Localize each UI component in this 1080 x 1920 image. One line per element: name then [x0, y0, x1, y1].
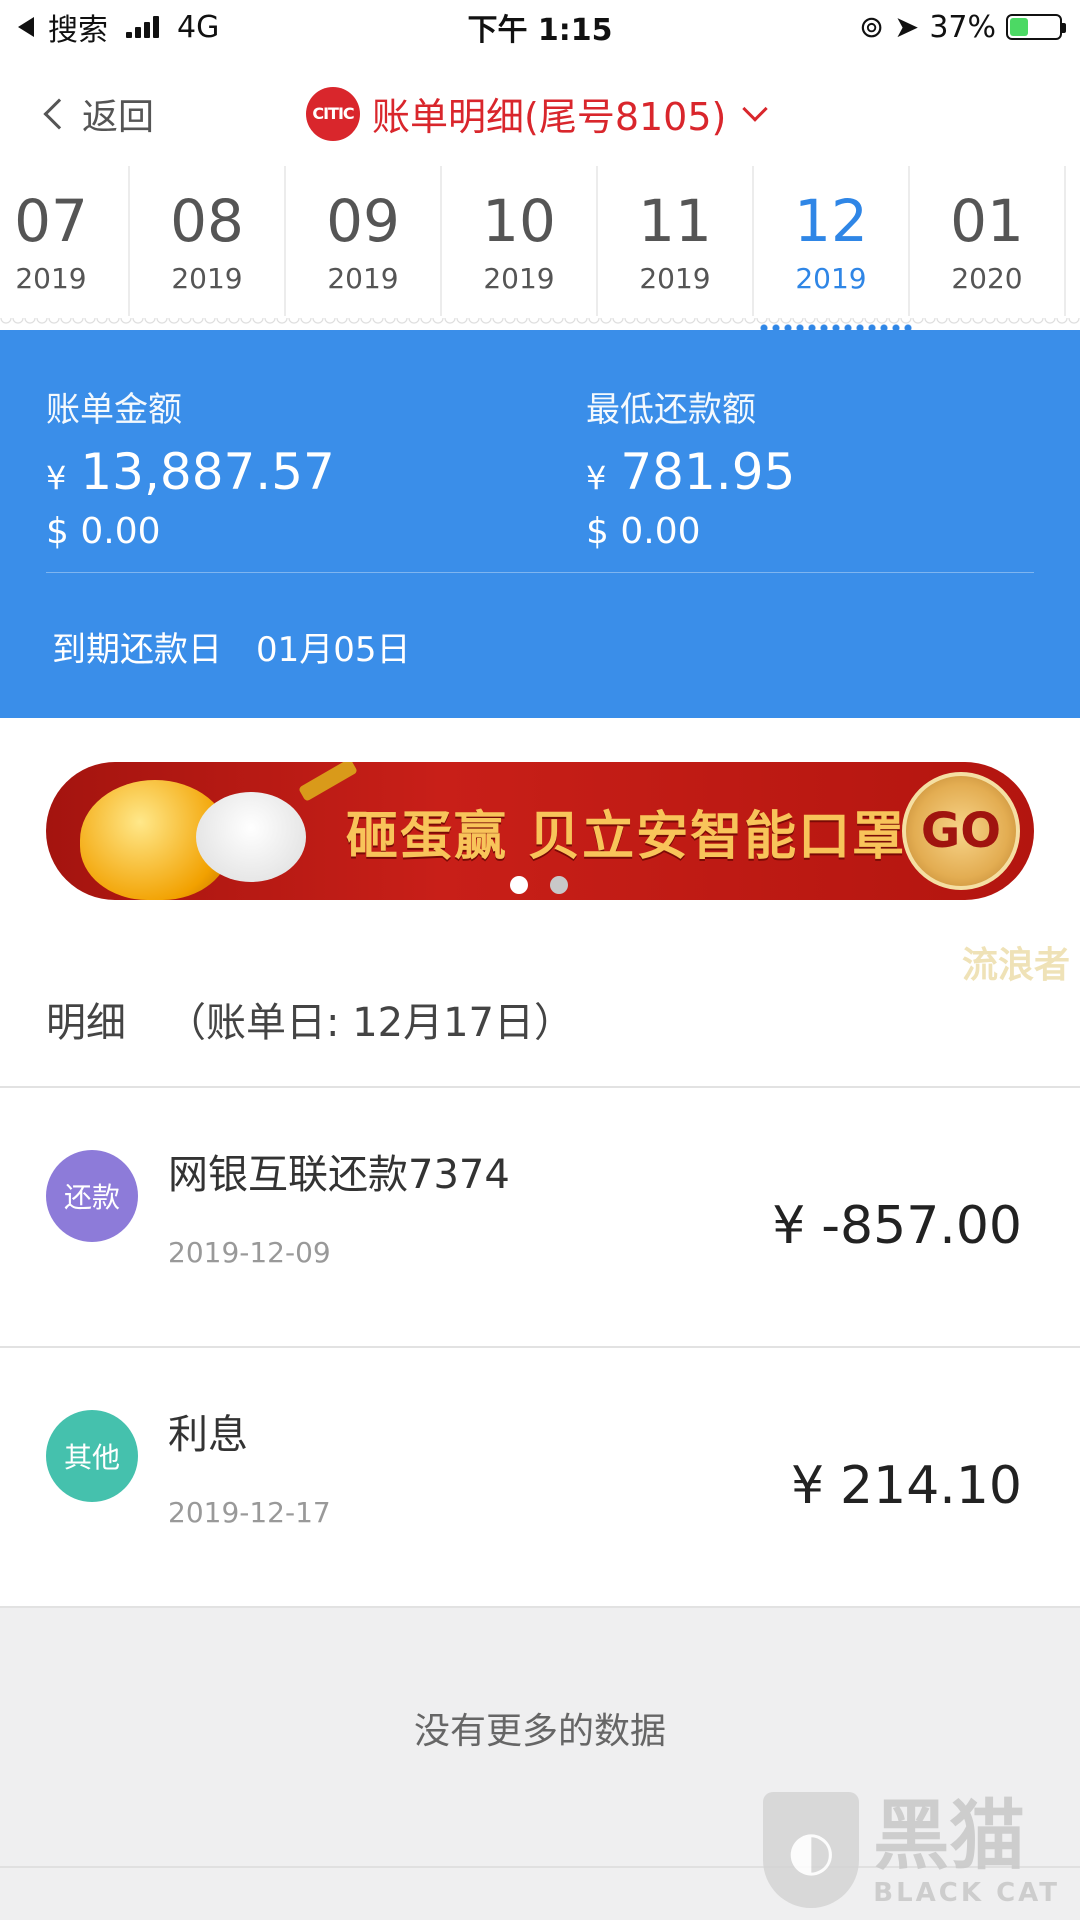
back-to-app-icon[interactable]: [18, 17, 34, 37]
bill-amount: ¥ 13,887.57: [46, 443, 335, 501]
carousel-dot-active[interactable]: [510, 876, 528, 894]
details-label: 明细: [46, 1000, 126, 1046]
eggshell-image: [196, 792, 306, 882]
currency-symbol: ¥: [772, 1196, 806, 1256]
rotation-lock-icon: ⊚: [859, 9, 885, 45]
blackcat-watermark: ◐ 黑猫 BLACK CAT: [763, 1792, 1060, 1908]
tab-month-label: 10: [482, 186, 556, 255]
back-app-label[interactable]: 搜索: [48, 5, 108, 49]
tab-year-label: 2019: [795, 261, 867, 295]
tab-year-label: 2019: [639, 261, 711, 295]
tab-month-label: 12: [794, 186, 868, 255]
transaction-row[interactable]: 其他 利息 2019-12-17 ¥ 214.10: [0, 1348, 1080, 1606]
battery-percent: 37%: [929, 9, 996, 45]
chevron-left-icon: [43, 98, 75, 130]
category-badge: 其他: [46, 1410, 138, 1502]
bill-amount-value: 13,887.57: [80, 443, 335, 501]
transaction-amount: ¥ 214.10: [791, 1456, 1022, 1516]
transaction-date: 2019-12-17: [168, 1496, 331, 1529]
tab-month-label: 07: [14, 186, 88, 255]
location-icon: ➤: [894, 9, 920, 45]
transaction-row[interactable]: 还款 网银互联还款7374 2019-12-09 ¥ -857.00: [0, 1088, 1080, 1346]
banner-text: 砸蛋赢 贝立安智能口罩: [346, 807, 907, 867]
nav-bar: 返回 CITIC 账单明细(尾号8105): [0, 60, 1080, 160]
due-date-label: 到期还款日: [52, 630, 222, 670]
min-payment-label: 最低还款额: [586, 390, 756, 430]
due-date-row: 到期还款日 01月05日: [52, 622, 411, 671]
watermark-text: 流浪者: [961, 945, 1070, 986]
tab-year-label: 2019: [483, 261, 555, 295]
transaction-title: 网银互联还款7374: [168, 1152, 510, 1198]
tab-year-label: 2019: [327, 261, 399, 295]
tab-month-2019-07[interactable]: 07 2019: [0, 166, 130, 316]
status-right: ⊚ ➤ 37%: [702, 9, 1066, 45]
tab-year-label: 2019: [15, 261, 87, 295]
currency-symbol: ¥: [46, 459, 67, 497]
battery-icon: [1006, 14, 1066, 40]
status-left: 搜索 4G: [18, 5, 378, 49]
tab-month-2020-01[interactable]: 01 2020: [910, 166, 1066, 316]
cat-shield-icon: ◐: [763, 1792, 860, 1908]
bill-amount-label: 账单金额: [46, 390, 182, 430]
tab-month-label: 01: [950, 186, 1024, 255]
blackcat-cn: 黑猫: [873, 1791, 1026, 1880]
blackcat-texts: 黑猫 BLACK CAT: [873, 1791, 1060, 1909]
currency-symbol: ¥: [586, 459, 607, 497]
transaction-date: 2019-12-09: [168, 1236, 331, 1269]
go-button[interactable]: GO: [902, 772, 1020, 890]
tab-year-label: 2020: [951, 261, 1023, 295]
min-payment-value: 781.95: [620, 443, 796, 501]
list-footer: 没有更多的数据 ◐ 黑猫 BLACK CAT: [0, 1606, 1080, 1920]
tab-month-label: 09: [326, 186, 400, 255]
carousel-dot[interactable]: [550, 876, 568, 894]
tab-year-label: 2019: [171, 261, 243, 295]
tab-month-2019-10[interactable]: 10 2019: [442, 166, 598, 316]
due-date-value: 01月05日: [256, 630, 411, 670]
tab-month-2019-11[interactable]: 11 2019: [598, 166, 754, 316]
tab-month-label: 11: [638, 186, 712, 255]
signal-icon: [126, 16, 159, 38]
transaction-amount: ¥ -857.00: [772, 1196, 1022, 1256]
min-payment-block: 最低还款额 ¥ 781.95 $ 0.00: [586, 382, 795, 552]
amount-value: 214.10: [840, 1456, 1022, 1516]
status-bar: 搜索 4G 下午 1:15 ⊚ ➤ 37%: [0, 0, 1080, 54]
category-badge: 还款: [46, 1150, 138, 1242]
network-label: 4G: [177, 9, 220, 45]
blackcat-en: BLACK CAT: [873, 1878, 1060, 1908]
details-header: 明细 （账单日: 12月17日）: [46, 990, 574, 1048]
no-more-data-text: 没有更多的数据: [413, 1711, 666, 1752]
carousel-dots: [510, 876, 568, 894]
tab-month-2019-08[interactable]: 08 2019: [130, 166, 286, 316]
tab-month-2019-12[interactable]: 12 2019: [754, 166, 910, 316]
bill-amount-block: 账单金额 ¥ 13,887.57 $ 0.00: [46, 382, 335, 552]
month-tabs: 07 2019 08 2019 09 2019 10 2019 11 2019 12 2019 01 20…: [0, 166, 1066, 326]
tab-month-label: 08: [170, 186, 244, 255]
min-payment-usd: $ 0.00: [586, 511, 701, 552]
bill-amount-usd: $ 0.00: [46, 511, 161, 552]
bank-logo: CITIC: [306, 86, 360, 141]
page-title: 账单明细(尾号8105): [372, 95, 727, 139]
transaction-title: 利息: [168, 1412, 248, 1458]
back-button[interactable]: 返回: [43, 88, 155, 140]
card-selector[interactable]: CITIC 账单明细(尾号8105): [306, 86, 769, 141]
tab-month-2019-09[interactable]: 09 2019: [286, 166, 442, 316]
currency-symbol: ¥: [790, 1456, 825, 1516]
status-time: 下午 1:15: [467, 13, 613, 48]
amount-value: -857.00: [821, 1196, 1022, 1256]
back-label: 返回: [82, 97, 155, 138]
bill-summary: 账单金额 ¥ 13,887.57 $ 0.00 最低还款额 ¥ 781.95 $…: [0, 330, 1080, 718]
min-payment: ¥ 781.95: [586, 443, 795, 501]
chevron-down-icon: [742, 95, 769, 122]
tab-divider: [0, 318, 1080, 326]
statement-date: （账单日: 12月17日）: [166, 1000, 574, 1046]
divider: [46, 572, 1034, 573]
